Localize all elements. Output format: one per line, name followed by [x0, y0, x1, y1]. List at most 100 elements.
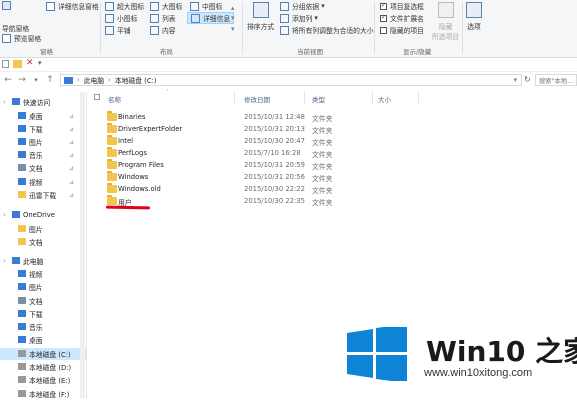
sidebar-item-label: 视频 [29, 179, 43, 187]
add-column-button[interactable]: 添加列 ▾ [280, 13, 318, 23]
sidebar-item[interactable]: 图片 ⊿ [0, 136, 86, 148]
layout-extra-large[interactable]: 超大图标 [105, 1, 144, 11]
sidebar-item[interactable]: 音乐 ⊿ [0, 149, 86, 161]
sort-by-button[interactable]: 排序方式 [247, 2, 274, 31]
breadcrumb-drive-c[interactable]: 本地磁盘 (C:) [115, 75, 157, 85]
sidebar-item[interactable]: 文档 ⊿ [0, 162, 86, 174]
layout-scroll-down[interactable]: ▾ [231, 14, 234, 22]
sidebar-scrollbar[interactable] [80, 92, 85, 398]
sidebar-item[interactable]: 音乐 [0, 321, 86, 333]
hidden-items-toggle[interactable]: 隐藏的项目 [380, 25, 424, 35]
file-extensions-toggle[interactable]: ✓ 文件扩展名 [380, 13, 424, 23]
column-header-size[interactable]: 大小 [378, 94, 391, 104]
sidebar-item[interactable]: 视频 ⊿ [0, 176, 86, 188]
sidebar-item[interactable]: 本地磁盘 (D:) [0, 361, 86, 373]
table-row[interactable]: DriverExpertFolder 2015/10/31 20:13 文件夹 [104, 123, 354, 136]
sidebar-item[interactable]: 图片 [0, 223, 86, 235]
sidebar-item[interactable]: › OneDrive [0, 209, 86, 221]
chevron-right-icon[interactable]: › [3, 211, 6, 219]
hide-selected-button[interactable]: 隐藏 所选项目 [432, 2, 459, 41]
file-modified: 2015/10/30 22:35 [244, 197, 305, 205]
qat-dropdown[interactable]: ▾ [38, 59, 42, 67]
table-row[interactable]: Windows 2015/10/31 20:56 文件夹 [104, 171, 354, 184]
nav-pane-button[interactable] [2, 1, 14, 10]
options-button[interactable]: 选项 [466, 2, 482, 31]
sort-ascending-icon: ˄ [166, 89, 169, 96]
column-header-modified[interactable]: 修改日期 [244, 94, 270, 104]
up-button[interactable]: ↑ [44, 74, 56, 86]
sidebar-item[interactable]: › 此电脑 [0, 255, 86, 267]
layout-scroll-up[interactable]: ▴ [231, 4, 234, 12]
address-bar[interactable]: › 此电脑 › 本地磁盘 (C:) ▾ [60, 74, 522, 86]
add-column-icon [280, 13, 289, 23]
layout-large[interactable]: 大图标 [150, 1, 182, 11]
sidebar-item[interactable]: 本地磁盘 (E:) [0, 374, 86, 386]
medium-icons-icon [190, 1, 199, 11]
sidebar-item-label: 文档 [29, 165, 43, 173]
nav-pane-label[interactable]: 导航窗格 [2, 23, 29, 33]
layout-expand[interactable]: ▾ [231, 25, 234, 33]
breadcrumb-this-pc[interactable]: 此电脑 [84, 75, 104, 85]
windows-logo-icon [347, 327, 407, 381]
document-icon [18, 164, 26, 171]
select-all-checkbox[interactable] [94, 94, 100, 100]
file-name: PerfLogs [118, 149, 147, 157]
sidebar-item[interactable]: 文档 [0, 236, 86, 248]
sidebar-item-label: 迅雷下载 [29, 192, 57, 200]
table-row[interactable]: Binaries 2015/10/31 12:48 文件夹 [104, 111, 354, 124]
recent-dropdown[interactable]: ▾ [30, 74, 42, 86]
sidebar-item[interactable]: 视频 [0, 268, 86, 280]
forward-button[interactable]: → [16, 74, 28, 86]
cloud-icon [12, 211, 20, 218]
search-input[interactable]: 搜索"本地... [535, 74, 577, 86]
folder-icon [18, 191, 26, 198]
item-checkboxes-toggle[interactable]: ✓ 项目复选框 [380, 1, 424, 11]
sidebar-item[interactable]: 下载 [0, 308, 86, 320]
quick-access-toolbar: ✕ ▾ [0, 58, 577, 72]
new-folder-icon[interactable] [13, 60, 22, 68]
layout-content[interactable]: 内容 [150, 25, 176, 35]
separator [374, 2, 375, 54]
table-row[interactable]: PerfLogs 2015/7/10 16:28 文件夹 [104, 147, 354, 160]
pin-icon: ⊿ [68, 125, 74, 133]
details-pane-button[interactable]: 详细信息窗格 [46, 1, 99, 11]
sidebar-item[interactable]: 图片 [0, 281, 86, 293]
sidebar-item-label: 图片 [29, 226, 43, 234]
sidebar-item-label: 快速访问 [23, 99, 51, 107]
table-row[interactable]: Windows.old 2015/10/30 22:22 文件夹 [104, 183, 354, 196]
layout-small[interactable]: 小图标 [105, 13, 137, 23]
sidebar-item[interactable]: 迅雷下载 ⊿ [0, 189, 86, 201]
sidebar-item[interactable]: › 快速访问 [0, 96, 86, 108]
properties-icon[interactable] [2, 60, 9, 68]
column-header-type[interactable]: 类型 [312, 94, 325, 104]
sidebar-item[interactable]: 下载 ⊿ [0, 123, 86, 135]
content-icon [150, 25, 159, 35]
column-header-name[interactable]: 名称 [108, 94, 121, 104]
sidebar-item[interactable]: 本地磁盘 (F:) [0, 388, 86, 400]
music-icon [18, 323, 26, 330]
table-row[interactable]: Intel 2015/10/30 20:47 文件夹 [104, 135, 354, 148]
folder-icon [18, 225, 26, 232]
sidebar-item[interactable]: 桌面 ⊿ [0, 110, 86, 122]
sidebar-item[interactable]: 文档 [0, 295, 86, 307]
list-icon [150, 13, 159, 23]
preview-pane-button[interactable]: 预览窗格 [2, 33, 41, 43]
layout-details[interactable]: 详细信息 [187, 12, 235, 24]
table-row[interactable]: Program Files 2015/10/31 20:59 文件夹 [104, 159, 354, 172]
sidebar-item-label: 下载 [29, 126, 43, 134]
sidebar-item[interactable]: 本地磁盘 (C:) [0, 348, 86, 360]
layout-list[interactable]: 列表 [150, 13, 176, 23]
chevron-right-icon[interactable]: › [3, 257, 6, 265]
fit-columns-button[interactable]: 将所有列调整为合适的大小 [280, 25, 374, 35]
folder-icon [107, 123, 117, 133]
address-dropdown-icon[interactable]: ▾ [514, 76, 517, 84]
chevron-right-icon[interactable]: › [3, 98, 6, 106]
group-by-button[interactable]: 分组依据 ▾ [280, 1, 325, 11]
refresh-icon[interactable]: ↻ [524, 75, 531, 84]
delete-icon[interactable]: ✕ [26, 58, 34, 68]
back-button[interactable]: ← [2, 74, 14, 86]
layout-tiles[interactable]: 平铺 [105, 25, 131, 35]
layout-medium[interactable]: 中图标 [190, 1, 222, 11]
folder-icon [107, 183, 117, 193]
sidebar-item[interactable]: 桌面 [0, 334, 86, 346]
